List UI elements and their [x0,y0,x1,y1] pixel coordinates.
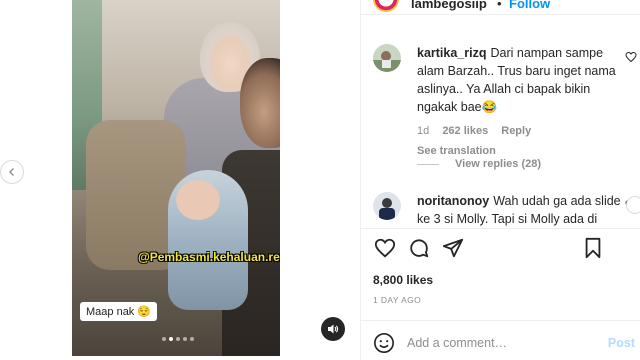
comment-item: noritanonoy Wah udah ga ada slide ke 3 si… [373,192,635,226]
comment-likes[interactable]: 262 likes [442,125,488,137]
likes-count[interactable]: 8,800 likes [373,273,433,287]
next-post-button[interactable] [626,196,640,214]
comment-username[interactable]: noritanonoy [417,194,489,208]
like-button[interactable] [373,236,397,260]
header-separator: • [497,0,502,11]
video-caption: Maap nak 😌 [80,302,158,321]
avatar-image [373,44,401,72]
post-side-panel: lambegosiip • Follow kartika_rizq Dari na… [360,0,640,360]
view-replies-label: View replies (28) [455,158,542,170]
share-button[interactable] [441,236,465,260]
speaker-icon [328,324,339,334]
comment-time[interactable]: 1d [417,125,429,137]
slide-indicator [162,337,194,341]
comment-meta: 1d 262 likes Reply [417,122,623,140]
actions-divider [361,228,640,229]
slide-dot [176,337,180,341]
comment-button[interactable] [407,236,431,260]
post-media: @Pembasmi.kehaluan.reall Maap nak 😌 [0,0,360,360]
save-button[interactable] [581,236,605,260]
mute-button[interactable] [321,317,345,341]
slide-dot-active [169,337,173,341]
comment-bubble-icon [410,239,429,258]
slide-dot [190,337,194,341]
author-avatar[interactable] [373,0,399,12]
previous-slide-button[interactable] [0,160,24,184]
video-baby-face [176,180,220,220]
post-date[interactable]: 1 DAY AGO [373,295,421,305]
comment-body: noritanonoy Wah udah ga ada slide ke 3 si… [417,192,623,226]
author-username[interactable]: lambegosiip [411,0,487,11]
video-watermark: @Pembasmi.kehaluan.reall [138,250,280,264]
header-divider [361,14,640,15]
add-comment-divider [361,320,640,321]
commenter-avatar[interactable] [373,44,401,72]
add-comment-input[interactable] [407,336,587,350]
post-comment-button[interactable]: Post [608,336,635,350]
heart-icon [625,51,637,63]
avatar-image [373,192,401,220]
video-person-man-head [240,58,280,148]
heart-icon [374,238,396,258]
smiley-icon [374,333,394,353]
emoji-button[interactable] [373,332,397,356]
paper-plane-icon [442,238,464,258]
commenter-avatar[interactable] [373,192,401,220]
follow-button[interactable]: Follow [509,0,550,11]
comment-username[interactable]: kartika_rizq [417,46,486,60]
reply-button[interactable]: Reply [501,125,531,137]
comment-like-button[interactable] [625,50,637,68]
view-replies-button[interactable]: View replies (28) [417,158,541,170]
replies-line [417,163,439,165]
add-comment-row: Post [373,332,635,356]
video-player[interactable]: @Pembasmi.kehaluan.reall Maap nak 😌 [72,0,280,356]
comment-item: kartika_rizq Dari nampan sampe alam Barza… [373,44,637,157]
chevron-left-icon [9,168,14,176]
bookmark-icon [585,237,601,259]
slide-dot [183,337,187,341]
comment-body: kartika_rizq Dari nampan sampe alam Barza… [417,44,623,160]
post-actions [373,236,635,260]
slide-dot [162,337,166,341]
post-header: lambegosiip • Follow [361,0,640,14]
